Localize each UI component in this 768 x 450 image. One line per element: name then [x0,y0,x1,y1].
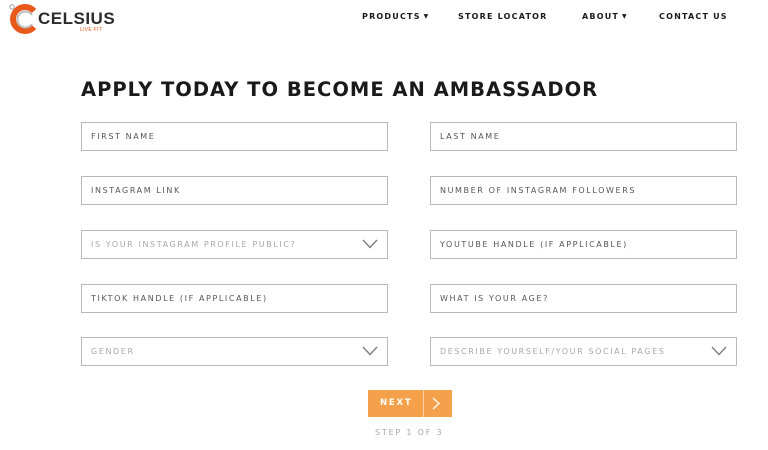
chevron-down-icon [362,239,378,249]
nav-products-label: PRODUCTS [362,12,421,21]
instagram-followers-field[interactable]: NUMBER OF INSTAGRAM FOLLOWERS [430,176,737,205]
main-nav: PRODUCTS ▼ STORE LOCATOR ABOUT ▼ CONTACT U… [0,12,768,26]
instagram-followers-placeholder: NUMBER OF INSTAGRAM FOLLOWERS [440,186,637,195]
youtube-handle-field[interactable]: YOUTUBE HANDLE (IF APPLICABLE) [430,230,737,259]
next-button[interactable]: NEXT [368,390,452,417]
nav-contact-label: CONTACT US [659,12,728,21]
instagram-public-select[interactable]: IS YOUR INSTAGRAM PROFILE PUBLIC? [81,230,388,259]
age-placeholder: WHAT IS YOUR AGE? [440,294,549,303]
describe-placeholder: DESCRIBE YOURSELF/YOUR SOCIAL PAGES [440,347,666,356]
describe-select[interactable]: DESCRIBE YOURSELF/YOUR SOCIAL PAGES [430,337,737,366]
chevron-down-icon [362,346,378,356]
chevron-right-icon [432,397,440,410]
tiktok-handle-placeholder: TIKTOK HANDLE (IF APPLICABLE) [91,294,268,303]
youtube-handle-placeholder: YOUTUBE HANDLE (IF APPLICABLE) [440,240,628,249]
tiktok-handle-field[interactable]: TIKTOK HANDLE (IF APPLICABLE) [81,284,388,313]
first-name-field[interactable]: FIRST NAME [81,122,388,151]
age-field[interactable]: WHAT IS YOUR AGE? [430,284,737,313]
nav-store-locator-label: STORE LOCATOR [458,12,548,21]
gender-select[interactable]: GENDER [81,337,388,366]
step-indicator: STEP 1 OF 3 [375,428,444,437]
instagram-link-field[interactable]: INSTAGRAM LINK [81,176,388,205]
first-name-placeholder: FIRST NAME [91,132,156,141]
instagram-link-placeholder: INSTAGRAM LINK [91,186,181,195]
nav-about[interactable]: ABOUT ▼ [582,12,628,21]
gender-placeholder: GENDER [91,347,135,356]
caret-down-icon: ▼ [423,13,430,20]
brand-tagline: LIVE FIT [80,27,103,33]
last-name-field[interactable]: LAST NAME [430,122,737,151]
page-title: APPLY TODAY TO BECOME AN AMBASSADOR [81,78,599,101]
chevron-down-icon [711,346,727,356]
instagram-public-placeholder: IS YOUR INSTAGRAM PROFILE PUBLIC? [91,240,297,249]
caret-down-icon: ▼ [622,13,628,20]
next-button-divider [423,390,424,417]
site-header: CELSIUS LIVE FIT PRODUCTS ▼ STORE LOCATOR… [0,0,768,40]
nav-store-locator[interactable]: STORE LOCATOR [458,12,548,21]
nav-contact[interactable]: CONTACT US [659,12,728,21]
next-button-label: NEXT [380,398,413,408]
nav-about-label: ABOUT [582,12,620,21]
last-name-placeholder: LAST NAME [440,132,501,141]
nav-products[interactable]: PRODUCTS ▼ [362,12,429,21]
